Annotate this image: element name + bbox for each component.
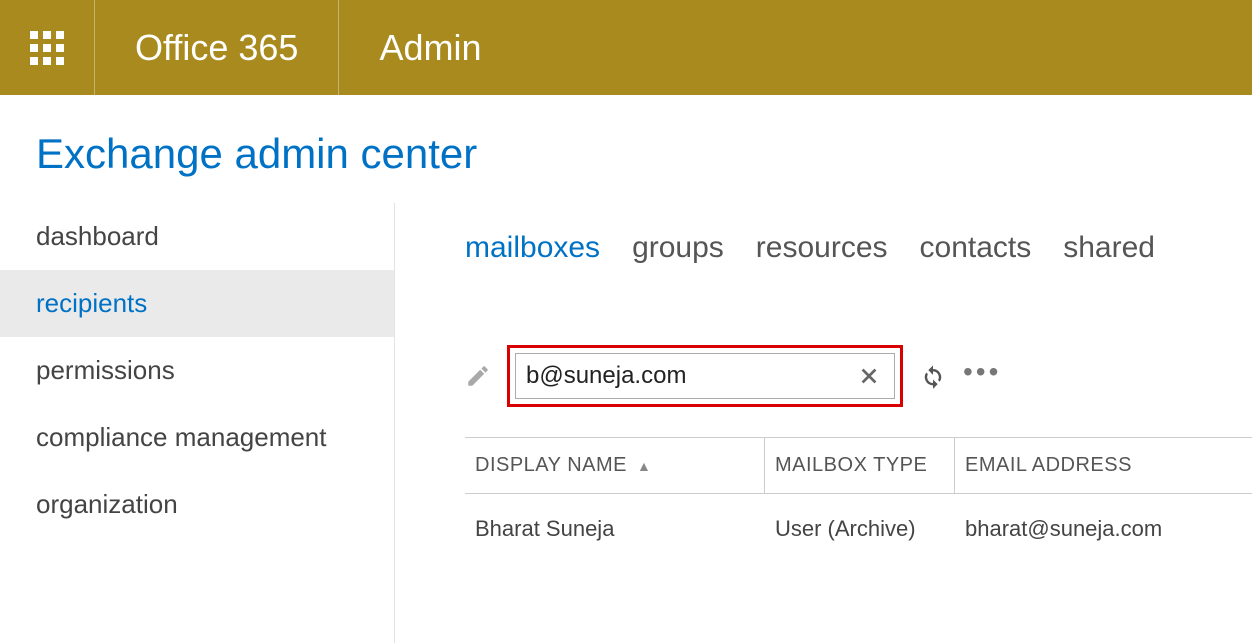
table-header: DISPLAY NAME ▲ MAILBOX TYPE EMAIL ADDRES… <box>465 437 1252 494</box>
cell-mailbox-type: User (Archive) <box>765 494 955 564</box>
sidebar-item-recipients[interactable]: recipients <box>0 270 394 337</box>
app-header: Office 365 Admin <box>0 0 1252 95</box>
refresh-icon[interactable] <box>919 362 947 390</box>
column-label: MAILBOX TYPE <box>775 454 927 477</box>
tab-groups[interactable]: groups <box>632 231 724 265</box>
sort-asc-icon: ▲ <box>637 458 651 474</box>
tab-mailboxes[interactable]: mailboxes <box>465 231 600 265</box>
search-box <box>515 353 895 399</box>
mailbox-table: DISPLAY NAME ▲ MAILBOX TYPE EMAIL ADDRES… <box>465 437 1252 564</box>
sidebar-item-organization[interactable]: organization <box>0 471 394 538</box>
column-mailbox-type[interactable]: MAILBOX TYPE <box>765 438 955 493</box>
sidebar-item-permissions[interactable]: permissions <box>0 337 394 404</box>
column-display-name[interactable]: DISPLAY NAME ▲ <box>465 438 765 493</box>
cell-display-name: Bharat Suneja <box>465 494 765 564</box>
search-input[interactable] <box>526 362 854 390</box>
table-row[interactable]: Bharat Suneja User (Archive) bharat@sune… <box>465 494 1252 564</box>
app-launcher-button[interactable] <box>0 0 95 95</box>
more-icon[interactable]: ••• <box>963 356 1001 396</box>
sidebar: dashboard recipients permissions complia… <box>0 203 395 643</box>
column-label: DISPLAY NAME <box>475 454 627 477</box>
clear-search-icon[interactable] <box>854 365 884 387</box>
page-title: Exchange admin center <box>0 95 1252 203</box>
tab-contacts[interactable]: contacts <box>920 231 1032 265</box>
search-highlight <box>507 345 903 407</box>
tab-bar: mailboxes groups resources contacts shar… <box>465 231 1252 265</box>
edit-icon[interactable] <box>465 363 491 389</box>
waffle-icon <box>30 31 64 65</box>
sidebar-item-dashboard[interactable]: dashboard <box>0 203 394 270</box>
main-content: mailboxes groups resources contacts shar… <box>395 203 1252 643</box>
column-email-address[interactable]: EMAIL ADDRESS <box>955 438 1252 493</box>
section-label: Admin <box>339 27 521 69</box>
toolbar: ••• <box>465 345 1252 407</box>
brand-label: Office 365 <box>95 0 339 95</box>
sidebar-item-compliance[interactable]: compliance management <box>0 404 394 471</box>
column-label: EMAIL ADDRESS <box>965 454 1132 477</box>
cell-email: bharat@suneja.com <box>955 494 1252 564</box>
tab-shared[interactable]: shared <box>1063 231 1155 265</box>
tab-resources[interactable]: resources <box>756 231 888 265</box>
